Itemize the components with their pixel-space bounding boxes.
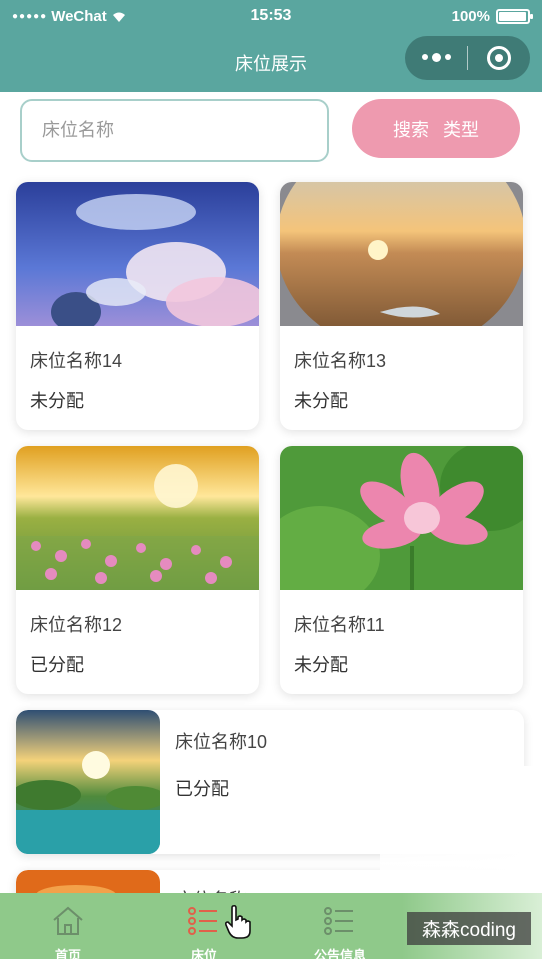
tab-notices[interactable]: 公告信息 [272, 893, 408, 959]
nav-bar: 床位展示 [0, 34, 542, 92]
bed-name: 床位名称14 [30, 351, 123, 371]
home-icon [53, 906, 83, 935]
more-dot-icon [421, 54, 428, 60]
search-input[interactable] [42, 120, 302, 141]
bed-card[interactable]: 床位名称12 已分配 [16, 446, 259, 694]
bed-status: 已分配 [175, 779, 229, 799]
watermark: 森森coding [407, 912, 531, 945]
tab-label: 首页 [54, 948, 81, 959]
search-button-label: 搜索 [393, 119, 429, 140]
battery-percent: 100% [451, 8, 490, 25]
bed-image-sky [16, 182, 259, 326]
bed-name: 床位名称11 [294, 615, 385, 635]
bed-image-flowers [16, 446, 259, 590]
list-icon [188, 907, 217, 935]
target-icon [487, 46, 511, 70]
bed-name: 床位名称10 [175, 732, 268, 752]
bed-status: 未分配 [30, 391, 84, 411]
tab-label: 床位 [190, 948, 217, 959]
battery-status: 100% [451, 8, 533, 25]
bed-image-lake [16, 710, 160, 854]
more-menu-button[interactable] [405, 53, 467, 62]
more-dot-icon [431, 53, 441, 62]
list-icon [324, 907, 353, 935]
bed-name: 床位名称12 [30, 615, 123, 635]
mini-program-capsule [405, 36, 530, 80]
close-button[interactable] [468, 46, 530, 70]
more-dot-icon [444, 54, 451, 60]
hand-cursor-icon [224, 904, 251, 939]
search-button[interactable]: 搜索 类型 [352, 99, 520, 158]
battery-icon [496, 9, 533, 24]
bed-card[interactable]: 床位名称11 未分配 [280, 446, 523, 694]
tab-label: 公告信息 [313, 948, 366, 959]
bed-status: 未分配 [294, 391, 348, 411]
type-button-label[interactable]: 类型 [443, 116, 479, 142]
fade-overlay [380, 766, 542, 894]
bed-card[interactable]: 床位名称14 未分配 [16, 182, 259, 430]
tab-home[interactable]: 首页 [0, 893, 136, 959]
bed-image-lotus [280, 446, 523, 590]
search-field[interactable] [20, 99, 329, 162]
bed-card[interactable]: 床位名称13 未分配 [280, 182, 523, 430]
bed-image-desert [280, 182, 523, 326]
bed-status: 未分配 [294, 655, 348, 675]
bed-status: 已分配 [30, 655, 84, 675]
status-bar: ●●●●● WeChat 15:53 100% [0, 0, 542, 34]
bed-name: 床位名称13 [294, 351, 387, 371]
